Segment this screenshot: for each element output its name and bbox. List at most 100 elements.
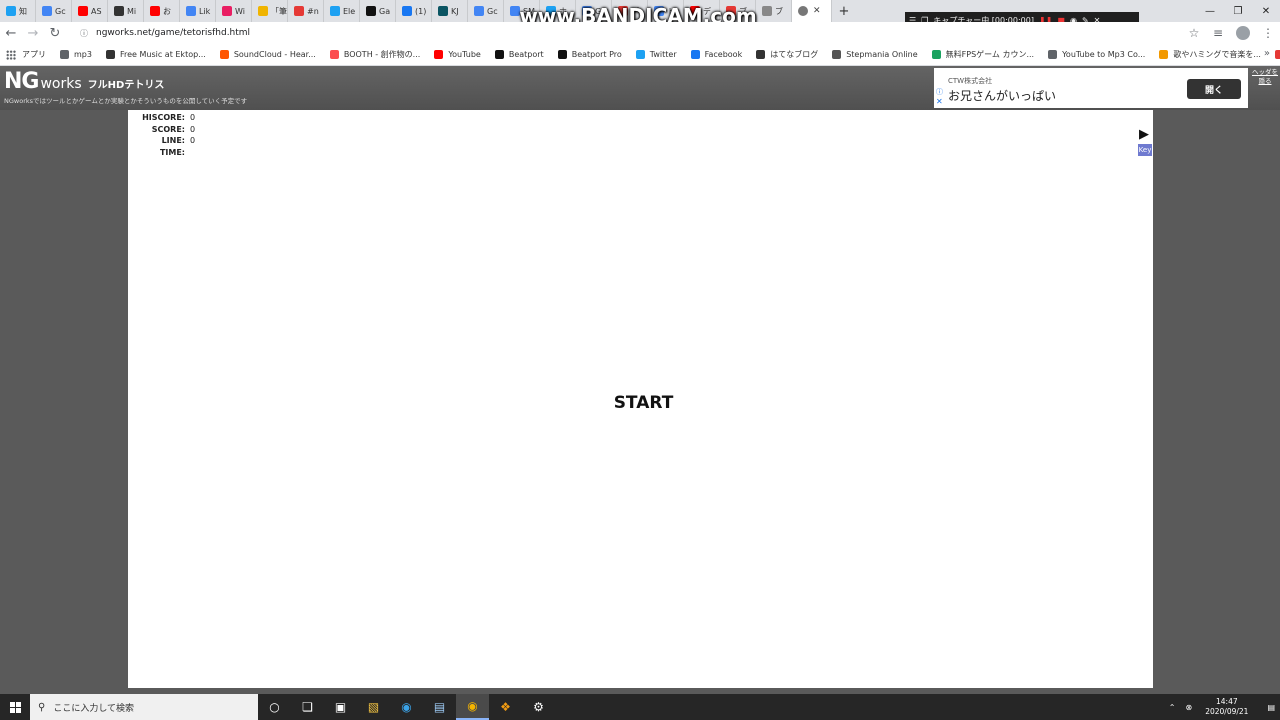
bookmark-item[interactable]: Free Music at Ektop... <box>105 50 206 59</box>
system-tray: ⌃ ⊗ 14:47 2020/09/21 ▤ <box>1164 694 1280 720</box>
browser-tab[interactable]: Ga <box>360 0 396 22</box>
browser-tab[interactable]: Lik <box>180 0 216 22</box>
bookmark-favicon-icon <box>1274 50 1280 59</box>
tab-label: #n <box>307 6 319 16</box>
bookmark-label: YouTube <box>448 50 481 59</box>
tab-favicon-icon <box>78 6 88 16</box>
tab-label: お <box>163 6 171 16</box>
tab-favicon-icon <box>294 6 304 16</box>
more-menu-icon[interactable]: ⋮ <box>1256 26 1280 40</box>
minimize-icon[interactable]: — <box>1196 0 1224 22</box>
bookmark-item[interactable]: Stepmania Online <box>832 50 918 59</box>
file-explorer-icon[interactable]: ▧ <box>357 694 390 720</box>
start-button[interactable]: START <box>128 393 1159 413</box>
bookmark-item[interactable]: 歌やハミングで音楽を... <box>1159 49 1261 60</box>
bookmark-item[interactable]: Facebook <box>690 50 743 59</box>
browser-tab-active[interactable]: ✕ <box>792 0 832 22</box>
bookmark-item[interactable]: #テキストチャンネル <box>1274 49 1280 60</box>
windows-start-icon[interactable] <box>0 694 30 720</box>
bookmark-item[interactable]: 無料FPSゲーム カウン... <box>931 49 1035 60</box>
clock[interactable]: 14:47 2020/09/21 <box>1205 697 1248 717</box>
bookmark-item[interactable]: BOOTH - 創作物の... <box>329 49 420 60</box>
chrome-icon[interactable]: ◉ <box>456 694 489 720</box>
bookmark-favicon-icon <box>931 50 941 59</box>
ad-text: お兄さんがいっぱい <box>948 89 1057 103</box>
star-icon[interactable]: ☆ <box>1182 26 1206 40</box>
bookmark-item[interactable]: mp3 <box>60 50 92 59</box>
browser-tab[interactable]: お <box>144 0 180 22</box>
browser-tab[interactable]: Gc <box>468 0 504 22</box>
browser-tab[interactable]: Wi <box>216 0 252 22</box>
browser-tab[interactable]: (1) <box>396 0 432 22</box>
browser-tab[interactable]: 「筆 <box>252 0 288 22</box>
url-text[interactable]: ngworks.net/game/tetorisfhd.html <box>96 28 250 38</box>
apps-bookmark[interactable]: アプリ <box>6 49 46 60</box>
forward-icon[interactable]: → <box>22 22 44 44</box>
stat-label: HISCORE: <box>142 113 185 123</box>
tab-close-icon[interactable]: ✕ <box>813 6 821 16</box>
ad-company: CTW株式会社 <box>948 77 993 85</box>
tab-favicon-icon <box>258 6 268 16</box>
bookmark-item[interactable]: はてなブログ <box>756 49 818 60</box>
browser-tab[interactable]: AS <box>72 0 108 22</box>
fl-studio-icon[interactable]: ❖ <box>489 694 522 720</box>
bookmark-item[interactable]: YouTube <box>434 50 481 59</box>
store-icon[interactable]: ▣ <box>324 694 357 720</box>
address-bar[interactable]: ⓘ ngworks.net/game/tetorisfhd.html <box>72 24 1172 42</box>
browser-tab[interactable]: KJ <box>432 0 468 22</box>
bookmarks-overflow-icon[interactable]: » <box>1264 48 1270 59</box>
notification-icon[interactable]: ▤ <box>1267 703 1275 712</box>
playlist-icon[interactable]: ≡ <box>1206 26 1230 40</box>
browser-tab[interactable]: 知 <box>0 0 36 22</box>
tab-label: Mi <box>127 6 137 16</box>
reload-icon[interactable]: ↻ <box>44 22 66 44</box>
bookmark-label: Facebook <box>704 50 743 59</box>
close-window-icon[interactable]: ✕ <box>1252 0 1280 22</box>
browser-tab[interactable]: Mi <box>108 0 144 22</box>
tab-label: Ele <box>343 6 356 16</box>
tab-label: (1) <box>415 6 427 16</box>
tray-chevron-icon[interactable]: ⌃ <box>1169 703 1176 712</box>
bookmark-label: Free Music at Ektop... <box>119 50 206 59</box>
bookmark-label: YouTube to Mp3 Co... <box>1062 50 1146 59</box>
bookmark-label: Beatport Pro <box>571 50 622 59</box>
tab-favicon-icon <box>330 6 340 16</box>
browser-tab[interactable]: Ele <box>324 0 360 22</box>
bookmark-item[interactable]: Beatport <box>494 50 544 59</box>
task-view-icon[interactable]: ❏ <box>291 694 324 720</box>
info-icon[interactable]: ⓘ <box>80 28 88 39</box>
back-icon[interactable]: ← <box>0 22 22 44</box>
game-canvas[interactable]: HISCORE: 0 SCORE: 0 LINE: 0 TIME: ▶ Key START <box>128 110 1153 688</box>
stat-value: 0 <box>190 113 196 123</box>
notepad-icon[interactable]: ▤ <box>423 694 456 720</box>
browser-tab[interactable]: #n <box>288 0 324 22</box>
bookmark-item[interactable]: Twitter <box>635 50 677 59</box>
ad-close-icon[interactable]: ✕ <box>936 97 943 106</box>
browser-tab[interactable]: Gc <box>36 0 72 22</box>
tab-label: Gc <box>55 6 66 16</box>
edge-icon[interactable]: ◉ <box>390 694 423 720</box>
bookmark-item[interactable]: YouTube to Mp3 Co... <box>1048 50 1145 59</box>
site-logo[interactable]: NG works フルHDテトリス <box>4 69 164 94</box>
bookmark-item[interactable]: Beatport Pro <box>557 50 622 59</box>
bookmark-label: SoundCloud - Hear... <box>233 50 316 59</box>
tab-label: Wi <box>235 6 245 16</box>
hide-header-link[interactable]: ヘッダを隠る <box>1250 68 1280 86</box>
settings-icon[interactable]: ⚙ <box>522 694 555 720</box>
restore-icon[interactable]: ❐ <box>1224 0 1252 22</box>
stat-row: LINE: 0 <box>128 135 196 147</box>
ad-open-button[interactable]: 開く <box>1187 79 1241 99</box>
avatar[interactable] <box>1236 26 1250 40</box>
play-icon[interactable]: ▶ <box>1139 127 1149 142</box>
network-icon[interactable]: ⊗ <box>1186 703 1193 712</box>
ad-info-icon[interactable]: ⓘ <box>936 87 943 97</box>
key-config-button[interactable]: Key <box>1138 144 1152 156</box>
ad-banner[interactable]: ⓘ ✕ CTW株式会社 お兄さんがいっぱい 開く <box>934 68 1248 108</box>
taskbar-search-input[interactable]: ⚲ ここに入力して検索 <box>30 694 258 720</box>
new-tab-icon[interactable]: + <box>832 4 856 19</box>
tab-label: ブ <box>775 6 783 16</box>
bookmark-label: 無料FPSゲーム カウン... <box>945 50 1035 59</box>
bookmark-item[interactable]: SoundCloud - Hear... <box>219 50 316 59</box>
cortana-icon[interactable]: ○ <box>258 694 291 720</box>
tab-label: AS <box>91 6 102 16</box>
